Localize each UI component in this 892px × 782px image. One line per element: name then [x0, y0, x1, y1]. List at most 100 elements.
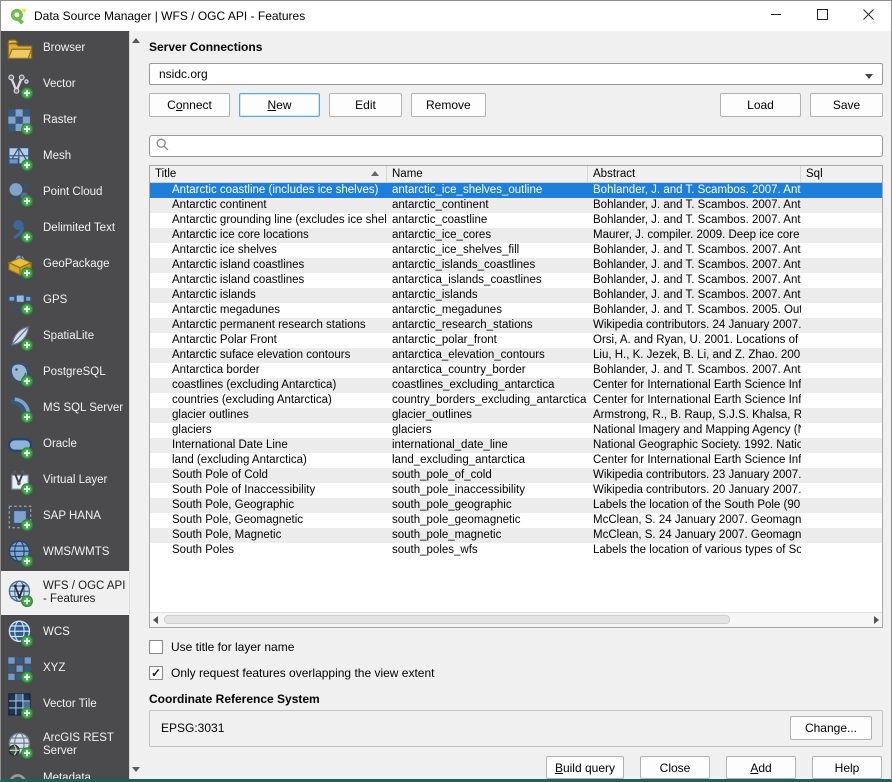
scroll-left-icon[interactable]	[153, 616, 158, 624]
cell-name: country_borders_excluding_antarctica	[387, 393, 588, 408]
table-row[interactable]: land (excluding Antarctica)land_excludin…	[150, 453, 882, 468]
table-row[interactable]: Antarctic islandsantarctic_islandsBohlan…	[150, 288, 882, 303]
add-button[interactable]: Add	[726, 756, 796, 779]
xyz-icon	[6, 655, 34, 683]
table-row[interactable]: Antarctic ice core locationsantarctic_ic…	[150, 228, 882, 243]
sidebar-item-label: WCS	[43, 626, 70, 639]
scroll-down-icon[interactable]	[130, 763, 142, 776]
sidebar-item-browser[interactable]: Browser	[1, 31, 129, 67]
cell-name: antarctic_continent	[387, 198, 588, 213]
cell-title: glacier outlines	[150, 408, 387, 423]
overlap-option[interactable]: ✓ Only request features overlapping the …	[149, 666, 883, 680]
edit-button[interactable]: Edit	[329, 93, 402, 117]
cell-name: south_pole_of_cold	[387, 468, 588, 483]
table-row[interactable]: Antarctic coastline (includes ice shelve…	[150, 183, 882, 198]
scroll-right-icon[interactable]	[874, 616, 879, 624]
cell-sql	[801, 333, 882, 348]
build-query-button[interactable]: Build query	[546, 756, 624, 779]
table-row[interactable]: Antarctic island coastlinesantarctica_is…	[150, 273, 882, 288]
cell-sql	[801, 408, 882, 423]
use-title-checkbox[interactable]	[149, 640, 163, 654]
sidebar-item-geopackage[interactable]: GeoPackage	[1, 247, 129, 283]
sidebar-item-label: GPS	[43, 294, 67, 307]
sidebar-item-vector[interactable]: Vector	[1, 67, 129, 103]
overlap-label: Only request features overlapping the vi…	[171, 666, 434, 680]
sidebar-item-ms-sql-server[interactable]: MS SQL Server	[1, 391, 129, 427]
close-button[interactable]	[845, 1, 891, 31]
sidebar-item-point-cloud[interactable]: Point Cloud	[1, 175, 129, 211]
source-type-sidebar: BrowserVectorRasterMeshPoint CloudDelimi…	[1, 31, 129, 779]
search-input[interactable]	[174, 139, 876, 153]
table-row[interactable]: South Polessouth_poles_wfsLabels the loc…	[150, 543, 882, 558]
sidebar-item-wms-wmts[interactable]: WMS/WMTS	[1, 535, 129, 571]
table-row[interactable]: South Pole of Coldsouth_pole_of_coldWiki…	[150, 468, 882, 483]
table-row[interactable]: Antarctic suface elevation contoursantar…	[150, 348, 882, 363]
table-row[interactable]: countries (excluding Antarctica)country_…	[150, 393, 882, 408]
column-header-abstract[interactable]: Abstract	[588, 166, 801, 182]
sidebar-scrollbar[interactable]	[129, 31, 142, 779]
sidebar-item-gps[interactable]: GPS	[1, 283, 129, 319]
sidebar-item-wcs[interactable]: WCS	[1, 615, 129, 651]
table-row[interactable]: International Date Lineinternational_dat…	[150, 438, 882, 453]
cell-abstract: Wikipedia contributors. 20 January 2007.…	[588, 483, 801, 498]
table-row[interactable]: Antarctic island coastlinesantarctic_isl…	[150, 258, 882, 273]
connect-button[interactable]: Connect	[149, 93, 230, 117]
table-row[interactable]: Antarctic grounding line (excludes ice s…	[150, 213, 882, 228]
sidebar-item-vector-tile[interactable]: Vector Tile	[1, 687, 129, 723]
table-row[interactable]: coastlines (excluding Antarctica)coastli…	[150, 378, 882, 393]
table-row[interactable]: Antarctic Polar Frontantarctic_polar_fro…	[150, 333, 882, 348]
sidebar-item-arcgis-rest[interactable]: ArcGIS REST Server	[1, 723, 129, 767]
cell-abstract: Wikipedia contributors. 24 January 2007.…	[588, 318, 801, 333]
cell-sql	[801, 228, 882, 243]
table-row[interactable]: Antarctic megadunesantarctic_megadunesBo…	[150, 303, 882, 318]
sidebar-item-wfs-ogc-api[interactable]: WFS / OGC API - Features	[1, 571, 129, 615]
scrollbar-thumb[interactable]	[164, 615, 730, 624]
load-button[interactable]: Load	[720, 93, 801, 117]
sidebar-item-postgresql[interactable]: PostgreSQL	[1, 355, 129, 391]
cell-abstract: Bohlander, J. and T. Scambos. 2007. Ant.…	[588, 243, 801, 258]
horizontal-scrollbar[interactable]	[150, 612, 882, 627]
scroll-up-icon[interactable]	[130, 34, 142, 47]
cell-title: Antarctic islands	[150, 288, 387, 303]
table-row[interactable]: Antarctica borderantarctica_country_bord…	[150, 363, 882, 378]
filter-box[interactable]	[149, 135, 883, 156]
table-row[interactable]: Antarctic ice shelvesantarctic_ice_shelv…	[150, 243, 882, 258]
table-row[interactable]: South Pole, Geographicsouth_pole_geograp…	[150, 498, 882, 513]
sidebar-item-virtual-layer[interactable]: Virtual Layer	[1, 463, 129, 499]
table-row[interactable]: South Pole, Magneticsouth_pole_magneticM…	[150, 528, 882, 543]
sidebar-item-mesh[interactable]: Mesh	[1, 139, 129, 175]
use-title-option[interactable]: Use title for layer name	[149, 640, 883, 654]
table-row[interactable]: Antarctic continentantarctic_continentBo…	[150, 198, 882, 213]
cell-title: Antarctic ice core locations	[150, 228, 387, 243]
new-button[interactable]: New	[239, 93, 320, 117]
table-row[interactable]: South Pole, Geomagneticsouth_pole_geomag…	[150, 513, 882, 528]
table-row[interactable]: glaciersglaciersNational Imagery and Map…	[150, 423, 882, 438]
cell-title: Antarctic continent	[150, 198, 387, 213]
sidebar-item-delimited-text[interactable]: Delimited Text	[1, 211, 129, 247]
cell-abstract: National Geographic Society. 1992. Natio…	[588, 438, 801, 453]
cell-title: glaciers	[150, 423, 387, 438]
remove-button[interactable]: Remove	[411, 93, 486, 117]
table-row[interactable]: glacier outlinesglacier_outlinesArmstron…	[150, 408, 882, 423]
sidebar-item-spatialite[interactable]: SpatiaLite	[1, 319, 129, 355]
sidebar-item-xyz[interactable]: XYZ	[1, 651, 129, 687]
change-crs-button[interactable]: Change...	[790, 716, 872, 740]
table-row[interactable]: South Pole of Inaccessibilitysouth_pole_…	[150, 483, 882, 498]
sidebar-item-raster[interactable]: Raster	[1, 103, 129, 139]
connection-select[interactable]: nsidc.org	[149, 63, 883, 85]
sidebar-item-label: Virtual Layer	[43, 474, 107, 487]
table-row[interactable]: Antarctic permanent research stationsant…	[150, 318, 882, 333]
help-button[interactable]: Help	[812, 756, 882, 779]
sidebar-item-metadata-search[interactable]: Metadata Search	[1, 767, 129, 779]
sidebar-item-oracle[interactable]: Oracle	[1, 427, 129, 463]
column-header-name[interactable]: Name	[387, 166, 588, 182]
sidebar-item-sap-hana[interactable]: SAP HANA	[1, 499, 129, 535]
save-button[interactable]: Save	[810, 93, 883, 117]
maximize-button[interactable]	[799, 1, 845, 31]
overlap-checkbox[interactable]: ✓	[149, 666, 163, 680]
close-button[interactable]: Close	[640, 756, 710, 779]
column-header-title[interactable]: Title	[150, 166, 387, 182]
column-header-sql[interactable]: Sql	[801, 166, 882, 182]
minimize-button[interactable]	[753, 1, 799, 31]
sidebar-item-label: Vector Tile	[43, 698, 97, 711]
